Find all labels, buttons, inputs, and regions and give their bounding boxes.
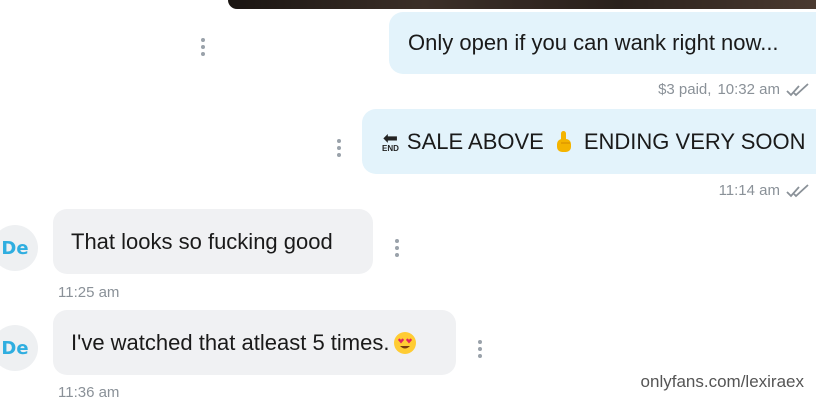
message-options-button[interactable] — [336, 139, 342, 157]
avatar-initials: De — [1, 237, 29, 259]
heart-eyes-emoji-icon — [393, 331, 417, 355]
message-bubble-incoming[interactable]: I've watched that atleast 5 times. — [53, 310, 456, 375]
dot — [337, 153, 341, 157]
avatar[interactable]: De — [0, 325, 38, 371]
message-time: 10:32 am — [717, 81, 780, 98]
double-check-icon — [786, 82, 809, 96]
dot — [478, 340, 482, 344]
pointing-hand-emoji-icon — [554, 130, 574, 154]
price-paid: $3 paid, — [658, 81, 712, 98]
double-check-icon — [786, 183, 809, 197]
dot — [201, 38, 205, 42]
message-bubble-incoming[interactable]: That looks so fucking good — [53, 209, 373, 274]
message-text-part: SALE ABOVE — [406, 128, 544, 154]
media-preview-strip[interactable] — [228, 0, 816, 9]
dot — [478, 354, 482, 358]
dot — [478, 347, 482, 351]
message-bubble-outgoing[interactable]: Only open if you can wank right now... — [389, 12, 816, 74]
dot — [201, 52, 205, 56]
avatar-initials: De — [1, 337, 29, 359]
dot — [337, 139, 341, 143]
message-meta: $3 paid, 10:32 am — [658, 81, 810, 98]
message-meta: 11:14 am — [719, 182, 810, 199]
dot — [395, 253, 399, 257]
message-meta: 11:25 am — [58, 284, 119, 301]
message-meta: 11:36 am — [58, 384, 119, 401]
message-time: 11:14 am — [718, 182, 780, 199]
dot — [337, 146, 341, 150]
message-text-part: ENDING VERY SOON — [583, 128, 806, 154]
dot — [201, 45, 205, 49]
watermark-text: onlyfans.com/lexiraex — [640, 372, 804, 391]
message-text: That looks so fucking good — [71, 228, 333, 254]
message-text: I've watched that atleast 5 times. — [71, 329, 390, 355]
message-options-button[interactable] — [394, 239, 400, 257]
message-time: 11:36 am — [58, 384, 120, 401]
avatar[interactable]: De — [0, 225, 38, 271]
dot — [395, 239, 399, 243]
message-options-button[interactable] — [200, 38, 206, 56]
message-options-button[interactable] — [477, 340, 483, 358]
message-bubble-outgoing[interactable]: ⬅ END SALE ABOVE ENDING VERY SOON — [362, 109, 816, 174]
message-time: 11:25 am — [58, 284, 120, 301]
end-arrow-emoji-icon: ⬅ END — [382, 127, 399, 153]
dot — [395, 246, 399, 250]
message-text: Only open if you can wank right now... — [408, 30, 779, 55]
